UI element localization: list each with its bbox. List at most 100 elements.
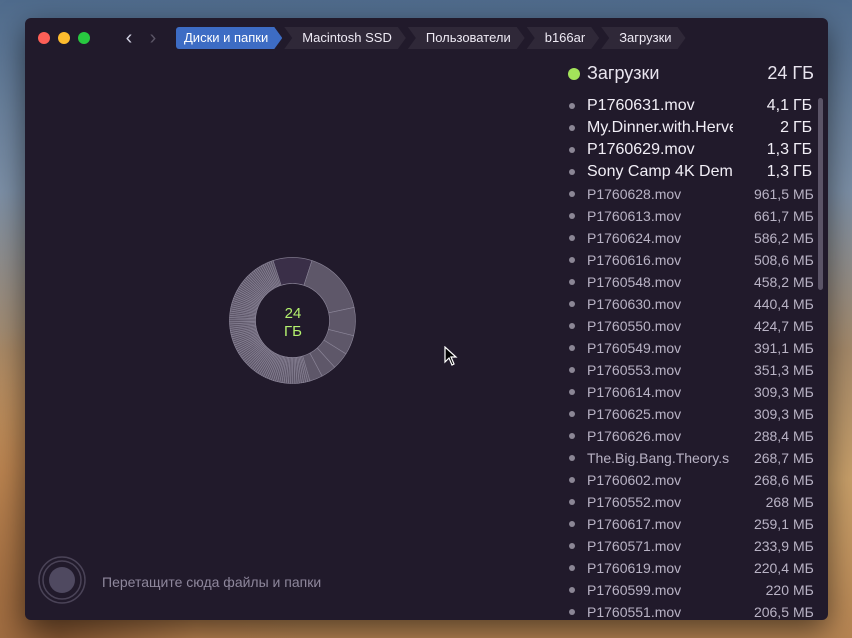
app-window: ‹ › Диски и папки Macintosh SSD Пользова… xyxy=(25,18,828,620)
file-size-value: 458,2 xyxy=(753,274,789,290)
file-size-unit: МБ xyxy=(793,538,814,554)
file-name: P1760551.mov xyxy=(587,604,682,620)
file-name: P1760548.mov xyxy=(587,274,682,290)
bullet-icon xyxy=(569,543,575,549)
file-name: P1760630.mov xyxy=(587,296,682,312)
file-name: P1760629.mov xyxy=(587,141,695,158)
list-item[interactable]: P1760617.mov 259,1 МБ xyxy=(565,513,817,535)
file-size-unit: МБ xyxy=(793,450,814,466)
mouse-pointer-icon xyxy=(444,346,458,366)
file-size-unit: МБ xyxy=(793,384,814,400)
file-size-value: 309,3 xyxy=(753,406,789,422)
file-name: P1760617.mov xyxy=(587,516,682,532)
list-item[interactable]: P1760629.mov 1,3 ГБ xyxy=(565,139,817,161)
file-size-unit: МБ xyxy=(793,494,814,510)
bullet-icon xyxy=(569,477,575,483)
list-item[interactable]: P1760624.mov 586,2 МБ xyxy=(565,227,817,249)
file-size-value: 1,3 xyxy=(766,163,789,180)
file-name: P1760599.mov xyxy=(587,582,682,598)
list-item[interactable]: P1760571.mov 233,9 МБ xyxy=(565,535,817,557)
list-item[interactable]: P1760616.mov 508,6 МБ xyxy=(565,249,817,271)
file-list: P1760631.mov 4,1 ГБ My.Dinner.with.Herve 2 ГБ… xyxy=(565,95,817,620)
list-item[interactable]: P1760630.mov 440,4 МБ xyxy=(565,293,817,315)
bullet-icon xyxy=(569,257,575,263)
scrollbar[interactable] xyxy=(818,98,823,290)
file-size-unit: ГБ xyxy=(793,163,813,180)
list-item[interactable]: P1760602.mov 268,6 МБ xyxy=(565,469,817,491)
bullet-icon xyxy=(569,279,575,285)
folder-color-dot xyxy=(568,68,580,80)
list-item[interactable]: P1760553.mov 351,3 МБ xyxy=(565,359,817,381)
bullet-icon xyxy=(569,301,575,307)
file-size-value: 309,3 xyxy=(753,384,789,400)
file-size-unit: МБ xyxy=(793,560,814,576)
bullet-icon xyxy=(569,213,575,219)
list-item[interactable]: P1760626.mov 288,4 МБ xyxy=(565,425,817,447)
bullet-icon xyxy=(569,191,575,197)
back-button[interactable]: ‹ xyxy=(119,26,139,50)
breadcrumb-users[interactable]: Пользователи xyxy=(408,27,525,49)
panel-total-size: 24 ГБ xyxy=(767,63,814,83)
titlebar: ‹ › Диски и папки Macintosh SSD Пользова… xyxy=(25,18,828,58)
chart-center-unit: ГБ xyxy=(284,323,302,340)
file-name: P1760616.mov xyxy=(587,252,682,268)
bullet-icon xyxy=(569,125,575,131)
list-item[interactable]: P1760625.mov 309,3 МБ xyxy=(565,403,817,425)
file-name: P1760631.mov xyxy=(587,97,695,114)
panel-title: Загрузки xyxy=(587,63,660,83)
file-name: P1760553.mov xyxy=(587,362,682,378)
bullet-icon xyxy=(569,235,575,241)
list-item[interactable]: Sony Camp 4K Dem 1,3 ГБ xyxy=(565,161,817,183)
file-size-unit: МБ xyxy=(793,428,814,444)
file-size-unit: МБ xyxy=(793,362,814,378)
file-name: The.Big.Bang.Theory.s xyxy=(587,450,730,466)
list-item[interactable]: P1760550.mov 424,7 МБ xyxy=(565,315,817,337)
bullet-icon xyxy=(569,345,575,351)
file-name: P1760625.mov xyxy=(587,406,682,422)
list-item[interactable]: P1760551.mov 206,5 МБ xyxy=(565,601,817,620)
file-size-unit: МБ xyxy=(793,406,814,422)
breadcrumb-disks-and-folders[interactable]: Диски и папки xyxy=(176,27,282,49)
file-size-value: 440,4 xyxy=(753,296,789,312)
file-size-unit: МБ xyxy=(793,252,814,268)
list-item[interactable]: P1760549.mov 391,1 МБ xyxy=(565,337,817,359)
file-size-value: 661,7 xyxy=(753,208,789,224)
file-size-value: 586,2 xyxy=(753,230,789,246)
file-size-unit: МБ xyxy=(793,274,814,290)
bullet-icon xyxy=(569,433,575,439)
list-item[interactable]: P1760552.mov 268 МБ xyxy=(565,491,817,513)
list-item[interactable]: The.Big.Bang.Theory.s 268,7 МБ xyxy=(565,447,817,469)
file-size-unit: МБ xyxy=(793,340,814,356)
bullet-icon xyxy=(569,389,575,395)
file-size-value: 1,3 xyxy=(766,141,789,158)
close-button[interactable] xyxy=(38,32,50,44)
dropzone-icon[interactable] xyxy=(38,556,86,604)
file-size-unit: ГБ xyxy=(793,141,813,158)
list-item[interactable]: P1760548.mov 458,2 МБ xyxy=(565,271,817,293)
bullet-icon xyxy=(569,455,575,461)
file-size-value: 233,9 xyxy=(753,538,789,554)
file-name: Sony Camp 4K Dem xyxy=(587,163,733,180)
forward-button[interactable]: › xyxy=(143,26,163,50)
list-item[interactable]: P1760613.mov 661,7 МБ xyxy=(565,205,817,227)
maximize-button[interactable] xyxy=(78,32,90,44)
file-name: P1760602.mov xyxy=(587,472,682,488)
list-item[interactable]: P1760631.mov 4,1 ГБ xyxy=(565,95,817,117)
bullet-icon xyxy=(569,147,575,153)
list-item[interactable]: My.Dinner.with.Herve 2 ГБ xyxy=(565,117,817,139)
list-item[interactable]: P1760599.mov 220 МБ xyxy=(565,579,817,601)
breadcrumb-user[interactable]: b166ar xyxy=(527,27,599,49)
file-size-value: 2 xyxy=(780,119,789,136)
minimize-button[interactable] xyxy=(58,32,70,44)
breadcrumb-macintosh-ssd[interactable]: Macintosh SSD xyxy=(284,27,406,49)
breadcrumb-downloads[interactable]: Загрузки xyxy=(601,27,685,49)
list-item[interactable]: P1760619.mov 220,4 МБ xyxy=(565,557,817,579)
file-size-value: 288,4 xyxy=(753,428,789,444)
file-name: P1760550.mov xyxy=(587,318,682,334)
file-name: P1760614.mov xyxy=(587,384,682,400)
bullet-icon xyxy=(569,565,575,571)
file-name: My.Dinner.with.Herve xyxy=(587,119,733,136)
list-item[interactable]: P1760628.mov 961,5 МБ xyxy=(565,183,817,205)
file-name: P1760628.mov xyxy=(587,186,682,202)
list-item[interactable]: P1760614.mov 309,3 МБ xyxy=(565,381,817,403)
